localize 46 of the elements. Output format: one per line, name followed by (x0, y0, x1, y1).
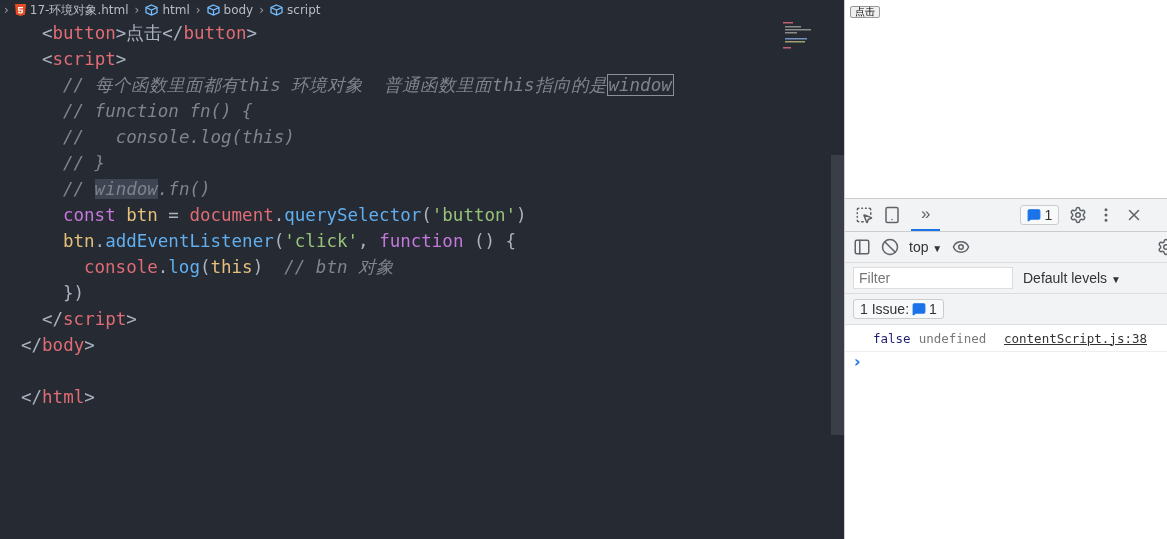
code-line: const btn = document.querySelector('button') (63, 204, 528, 227)
html5-icon (14, 4, 26, 16)
breadcrumb-item[interactable]: 17-环境对象.html (14, 1, 129, 19)
chevron-icon: › (134, 3, 140, 17)
eye-icon[interactable] (952, 238, 971, 256)
clear-icon[interactable] (881, 238, 899, 256)
console-value: undefined (918, 330, 987, 346)
code-line: </script> (42, 308, 138, 331)
chevron-icon: › (195, 3, 201, 17)
code-line: // } (63, 152, 107, 175)
breadcrumb-item[interactable]: html (145, 3, 190, 17)
code-line: btn.addEventListener('click', function () { (63, 230, 518, 253)
scrollbar-thumb[interactable] (831, 155, 844, 435)
code-line: }) (63, 282, 86, 305)
chevron-icon: › (4, 3, 9, 17)
cube-icon (270, 4, 284, 16)
code-line: <button>点击</button> (42, 22, 259, 45)
levels-select[interactable]: Default levels ▼ (1023, 270, 1121, 286)
sidebar-icon[interactable] (853, 238, 871, 256)
cube-icon (145, 4, 159, 16)
source-link[interactable]: contentScript.js:38 (1004, 330, 1147, 346)
code-line: // 每个函数里面都有this 环境对象 普通函数里面this指向的是window (63, 73, 675, 98)
device-icon[interactable] (883, 206, 901, 224)
message-icon (1027, 208, 1042, 222)
inspect-icon[interactable] (855, 206, 873, 224)
filter-field[interactable]: Filter (853, 267, 1013, 289)
code-line: // function fn() { (63, 100, 254, 123)
settings-icon[interactable] (1069, 206, 1088, 224)
code-line: console.log(this) // btn 对象 (84, 256, 395, 279)
console-value: false (873, 330, 911, 346)
breadcrumb-item[interactable]: script (270, 3, 321, 17)
cube-icon (206, 4, 220, 16)
page-button[interactable]: 点击 (850, 6, 880, 18)
code-line: </body> (21, 334, 96, 357)
console-prompt[interactable]: › (845, 352, 861, 371)
code-line: // console.log(this) (63, 126, 296, 149)
message-icon (912, 302, 927, 316)
issues-badge[interactable]: 1 (1020, 205, 1060, 225)
issues-button[interactable]: 1 Issue: 1 (853, 299, 944, 319)
chevron-icon: › (259, 3, 265, 17)
code-line: // window.fn() (63, 178, 212, 201)
issues-count: 1 (929, 301, 937, 317)
code-line: </html> (21, 386, 96, 409)
context-select[interactable]: top ▼ (909, 239, 943, 255)
code-line: <script> (42, 48, 128, 71)
breadcrumb-item[interactable]: body (206, 3, 254, 17)
